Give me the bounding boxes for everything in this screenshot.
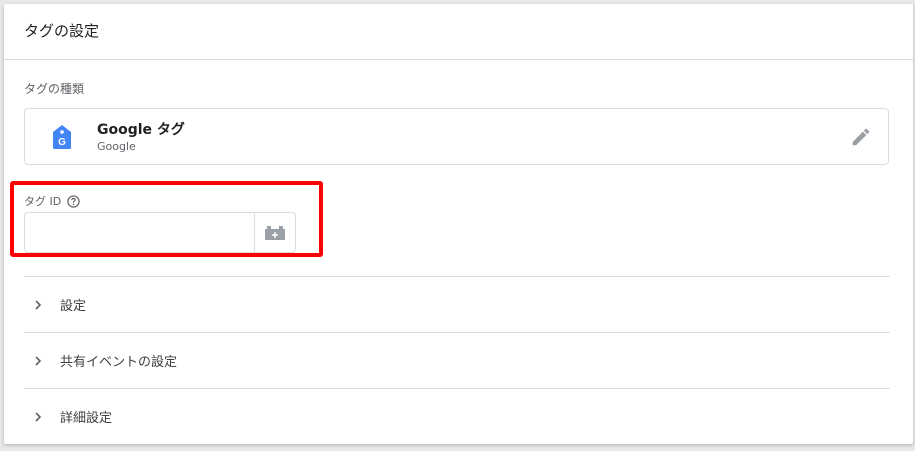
tag-type-label: タグの種類	[24, 82, 85, 96]
card-header: タグの設定	[4, 4, 913, 60]
pencil-icon[interactable]	[850, 126, 872, 148]
tag-type-selector[interactable]: G Google タグ Google	[24, 108, 889, 165]
variable-picker-button[interactable]	[254, 213, 295, 252]
tag-type-vendor: Google	[97, 140, 136, 153]
section-row-shared-event-settings[interactable]: 共有イベントの設定	[24, 332, 890, 388]
help-circle-icon[interactable]	[67, 194, 80, 208]
tag-id-input[interactable]	[25, 213, 254, 252]
svg-text:G: G	[58, 137, 66, 148]
chevron-right-icon	[35, 411, 42, 422]
variable-block-icon	[265, 225, 285, 240]
chevron-right-icon	[35, 355, 42, 366]
section-label: 設定	[60, 299, 87, 314]
tag-configuration-card: タグの設定 タグの種類 G Google タグ Google タグ ID 設定 …	[4, 4, 913, 444]
google-tag-icon: G	[53, 125, 71, 149]
section-row-settings[interactable]: 設定	[24, 276, 890, 332]
chevron-right-icon	[35, 299, 42, 310]
section-label: 共有イベントの設定	[60, 355, 178, 370]
section-label: 詳細設定	[60, 411, 113, 426]
tag-id-label-row: タグ ID	[24, 193, 80, 209]
tag-type-name: Google タグ	[97, 122, 185, 138]
section-row-advanced-settings[interactable]: 詳細設定	[24, 388, 890, 444]
tag-id-field	[24, 212, 296, 253]
card-title: タグの設定	[24, 22, 100, 40]
tag-id-label: タグ ID	[24, 195, 62, 208]
